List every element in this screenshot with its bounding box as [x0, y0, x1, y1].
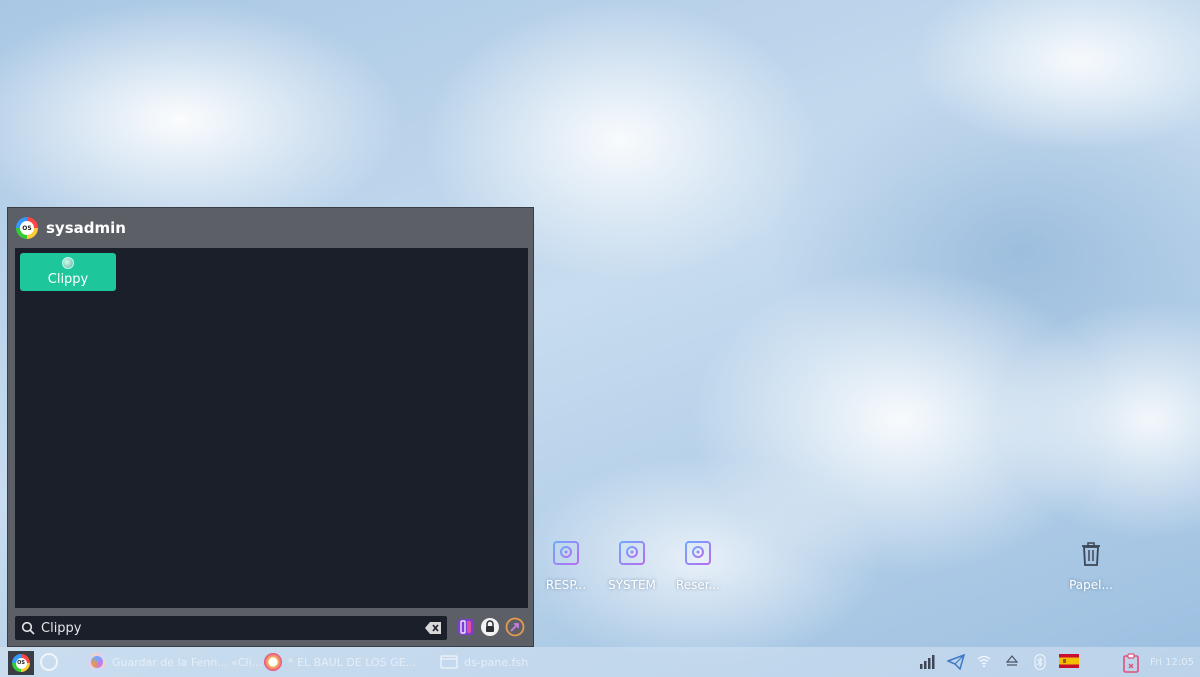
- desktop-icon-label: SYSTEM: [608, 578, 656, 592]
- search-input[interactable]: [41, 620, 419, 636]
- tray-messenger[interactable]: [946, 653, 966, 671]
- tray-network[interactable]: [918, 653, 936, 671]
- search-bar[interactable]: [15, 616, 447, 640]
- clock-label: Fri 12:05: [1150, 656, 1194, 668]
- switch-user-icon: [458, 619, 474, 635]
- search-results-panel: Clippy: [15, 248, 528, 608]
- app-icon: [40, 653, 58, 671]
- desktop-icon-reserved[interactable]: Reser...: [663, 540, 733, 592]
- desktop-icon-label: Reser...: [675, 578, 721, 592]
- logout-button[interactable]: [504, 616, 526, 638]
- lock-screen-button[interactable]: [479, 616, 501, 638]
- result-item-label: Clippy: [47, 272, 89, 287]
- trash-icon: [1082, 542, 1100, 566]
- tray-clock[interactable]: Fri 12:05: [1150, 653, 1194, 671]
- drive-icon: [553, 541, 579, 565]
- eject-icon: [1006, 655, 1018, 666]
- switch-user-button[interactable]: [455, 616, 477, 638]
- clear-input-icon[interactable]: [425, 622, 441, 634]
- desktop-icon-label: Papel...: [1069, 578, 1113, 592]
- os-logo-icon: OS: [12, 654, 30, 672]
- task-label: ds-pane.fsh: [464, 655, 529, 669]
- lock-icon: [481, 618, 499, 636]
- browser-icon: [88, 653, 106, 671]
- desktop-icon-system[interactable]: SYSTEM: [597, 540, 667, 592]
- search-icon: [21, 621, 35, 635]
- start-menu-button[interactable]: OS: [8, 651, 34, 675]
- tray-keyboard-layout[interactable]: [1058, 653, 1080, 669]
- clipboard-icon: [1123, 653, 1139, 673]
- launcher-header: OS sysadmin: [8, 208, 533, 248]
- task-label: * EL BAUL DE LOS GE...: [288, 655, 417, 669]
- os-logo-icon: OS: [16, 217, 38, 239]
- app-icon: [264, 653, 282, 671]
- app-launcher-window: OS sysadmin Clippy: [7, 207, 534, 647]
- tray-clipboard[interactable]: [1120, 653, 1142, 673]
- wifi-icon: [977, 655, 991, 667]
- task-label: Guardar de la Fenn... «Cli...: [112, 655, 263, 669]
- tray-bluetooth[interactable]: [1032, 653, 1048, 671]
- taskbar-task-browser[interactable]: Guardar de la Fenn... «Cli...: [88, 651, 262, 673]
- clippy-app-icon: [62, 257, 74, 269]
- drive-icon: [685, 541, 711, 565]
- logout-icon: [505, 617, 525, 637]
- signal-bars-icon: [920, 655, 935, 669]
- taskbar: OS Guardar de la Fenn... «Cli... * EL BA…: [0, 647, 1200, 677]
- tray-wifi[interactable]: [976, 653, 992, 669]
- spain-flag-icon: [1059, 654, 1079, 668]
- desktop-icon-trash[interactable]: Papel...: [1056, 540, 1126, 592]
- tray-eject[interactable]: [1004, 653, 1020, 669]
- taskbar-launcher-icon[interactable]: [40, 651, 58, 673]
- desktop-icon-label: RESP...: [545, 578, 587, 592]
- result-item-clippy[interactable]: Clippy: [20, 253, 116, 291]
- launcher-user-title: sysadmin: [46, 219, 126, 237]
- taskbar-task-app[interactable]: * EL BAUL DE LOS GE...: [264, 651, 416, 673]
- bluetooth-icon: [1034, 654, 1046, 670]
- taskbar-task-window[interactable]: ds-pane.fsh: [440, 651, 528, 673]
- window-icon: [440, 655, 458, 669]
- drive-icon: [619, 541, 645, 565]
- desktop-icon-resp[interactable]: RESP...: [531, 540, 601, 592]
- paper-plane-icon: [947, 654, 965, 670]
